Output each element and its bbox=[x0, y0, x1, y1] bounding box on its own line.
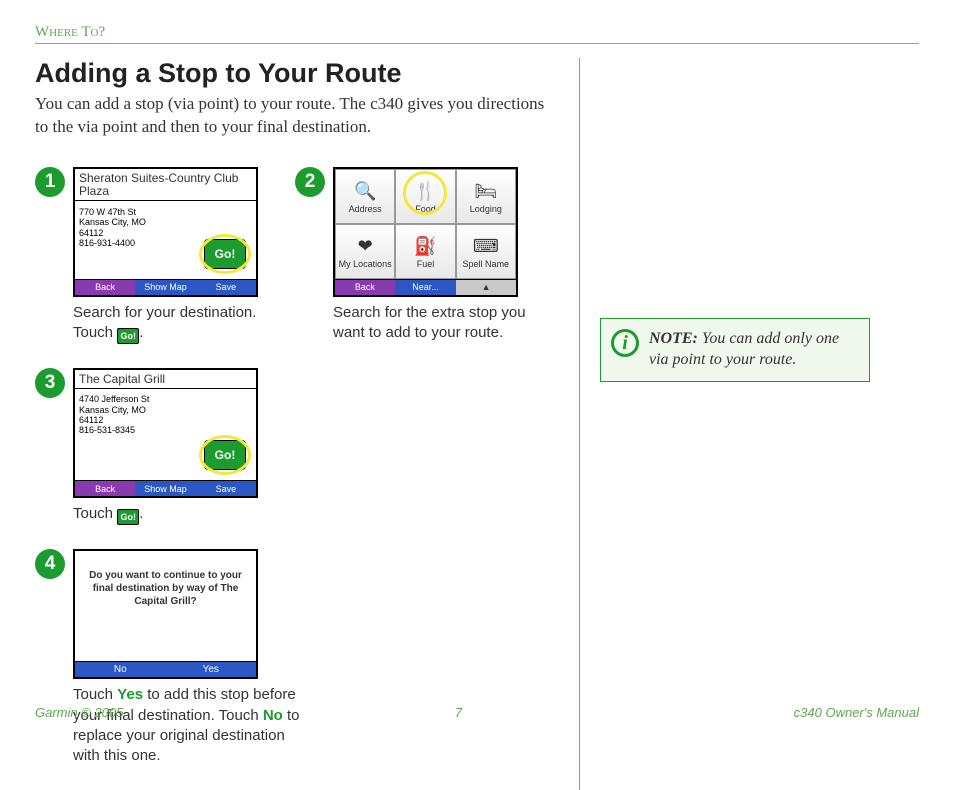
step-3-caption: Touch Go!. bbox=[73, 504, 295, 525]
step-1-caption: Search for your destination. Touch Go!. bbox=[73, 303, 295, 344]
highlight-ring-icon bbox=[199, 234, 251, 274]
caption-text: Touch bbox=[73, 505, 117, 522]
addr-line: 816-531-8345 bbox=[79, 425, 135, 435]
heart-icon: ❤ bbox=[352, 234, 378, 260]
note-text: NOTE: You can add only one via point to … bbox=[649, 329, 857, 371]
info-icon: i bbox=[611, 329, 639, 357]
left-column: Adding a Stop to Your Route You can add … bbox=[35, 58, 580, 790]
fuel-icon: ⛽ bbox=[412, 233, 438, 259]
up-arrow-softkey[interactable]: ▲ bbox=[456, 279, 516, 295]
step-3-screenshot: The Capital Grill 4740 Jefferson St Kans… bbox=[73, 368, 258, 498]
yes-label: Yes bbox=[117, 686, 143, 703]
go-inline-icon: Go! bbox=[117, 328, 139, 344]
step-1-screenshot: Sheraton Suites-Country Club Plaza 770 W… bbox=[73, 167, 258, 297]
show-map-softkey[interactable]: Show Map bbox=[135, 279, 195, 295]
footer-right: c340 Owner's Manual bbox=[794, 705, 919, 720]
step-number-2: 2 bbox=[295, 167, 325, 197]
header-rule: Where To? bbox=[35, 24, 919, 44]
caption-text: Touch bbox=[73, 686, 117, 703]
address-icon: 🔍 bbox=[352, 178, 378, 204]
confirmation-prompt: Do you want to continue to your final de… bbox=[83, 569, 248, 608]
step-grid: 1 Sheraton Suites-Country Club Plaza 770… bbox=[35, 167, 561, 790]
addr-line: 64112 bbox=[79, 415, 103, 425]
category-food[interactable]: 🍴Food bbox=[395, 169, 455, 224]
footer-left: Garmin © 2005 bbox=[35, 705, 123, 720]
back-softkey[interactable]: Back bbox=[75, 480, 135, 496]
no-button[interactable]: No bbox=[75, 661, 166, 677]
addr-line: 816-931-4400 bbox=[79, 238, 135, 248]
addr-line: 770 W 47th St bbox=[79, 207, 136, 217]
note-box: i NOTE: You can add only one via point t… bbox=[600, 318, 870, 382]
go-inline-icon: Go! bbox=[117, 509, 139, 525]
highlight-ring-icon bbox=[403, 171, 447, 215]
category-label: Address bbox=[349, 204, 382, 214]
caption-text: Search for your destination. Touch bbox=[73, 304, 256, 341]
back-softkey[interactable]: Back bbox=[75, 279, 135, 295]
category-spell-name[interactable]: ⌨Spell Name bbox=[456, 224, 516, 279]
page-footer: Garmin © 2005 7 c340 Owner's Manual bbox=[35, 705, 919, 720]
step-1: 1 Sheraton Suites-Country Club Plaza 770… bbox=[35, 167, 295, 344]
right-column: i NOTE: You can add only one via point t… bbox=[580, 58, 919, 382]
poi-title: Sheraton Suites-Country Club Plaza bbox=[75, 169, 256, 201]
poi-address: 4740 Jefferson St Kansas City, MO 64112 … bbox=[79, 394, 252, 435]
content-columns: Adding a Stop to Your Route You can add … bbox=[35, 58, 919, 790]
save-softkey[interactable]: Save bbox=[196, 480, 256, 496]
category-lodging[interactable]: 🛏Lodging bbox=[456, 169, 516, 224]
lodging-icon: 🛏 bbox=[473, 178, 499, 204]
footer-page-number: 7 bbox=[455, 705, 462, 720]
highlight-ring-icon bbox=[199, 435, 251, 475]
category-my-locations[interactable]: ❤My Locations bbox=[335, 224, 395, 279]
addr-line: Kansas City, MO bbox=[79, 405, 146, 415]
page-title: Adding a Stop to Your Route bbox=[35, 58, 561, 89]
note-label: NOTE: bbox=[649, 330, 698, 347]
category-label: Fuel bbox=[417, 259, 435, 269]
caption-text: . bbox=[139, 324, 143, 341]
keyboard-icon: ⌨ bbox=[473, 234, 499, 260]
category-fuel[interactable]: ⛽Fuel bbox=[395, 224, 455, 279]
step-number-1: 1 bbox=[35, 167, 65, 197]
category-label: Lodging bbox=[470, 204, 502, 214]
addr-line: 4740 Jefferson St bbox=[79, 394, 149, 404]
poi-title: The Capital Grill bbox=[75, 370, 256, 389]
show-map-softkey[interactable]: Show Map bbox=[135, 480, 195, 496]
back-softkey[interactable]: Back bbox=[335, 279, 395, 295]
addr-line: 64112 bbox=[79, 228, 103, 238]
step-3: 3 The Capital Grill 4740 Jefferson St Ka… bbox=[35, 368, 295, 525]
save-softkey[interactable]: Save bbox=[196, 279, 256, 295]
step-2-screenshot: 🔍Address 🍴Food 🛏Lodging ❤My Locations ⛽F… bbox=[333, 167, 518, 297]
category-label: My Locations bbox=[339, 260, 392, 269]
step-number-3: 3 bbox=[35, 368, 65, 398]
breadcrumb: Where To? bbox=[35, 24, 919, 41]
caption-text: . bbox=[139, 505, 143, 522]
near-softkey[interactable]: Near... bbox=[395, 279, 457, 295]
yes-button[interactable]: Yes bbox=[166, 661, 257, 677]
step-2: 2 🔍Address 🍴Food 🛏Lodging ❤My Locations … bbox=[295, 167, 555, 344]
step-4: 4 Do you want to continue to your final … bbox=[35, 549, 315, 766]
step-number-4: 4 bbox=[35, 549, 65, 579]
category-label: Spell Name bbox=[463, 260, 510, 269]
addr-line: Kansas City, MO bbox=[79, 217, 146, 227]
category-address[interactable]: 🔍Address bbox=[335, 169, 395, 224]
step-4-screenshot: Do you want to continue to your final de… bbox=[73, 549, 258, 679]
step-4-caption: Touch Yes to add this stop before your f… bbox=[73, 685, 315, 766]
step-2-caption: Search for the extra stop you want to ad… bbox=[333, 303, 555, 344]
intro-text: You can add a stop (via point) to your r… bbox=[35, 93, 561, 139]
